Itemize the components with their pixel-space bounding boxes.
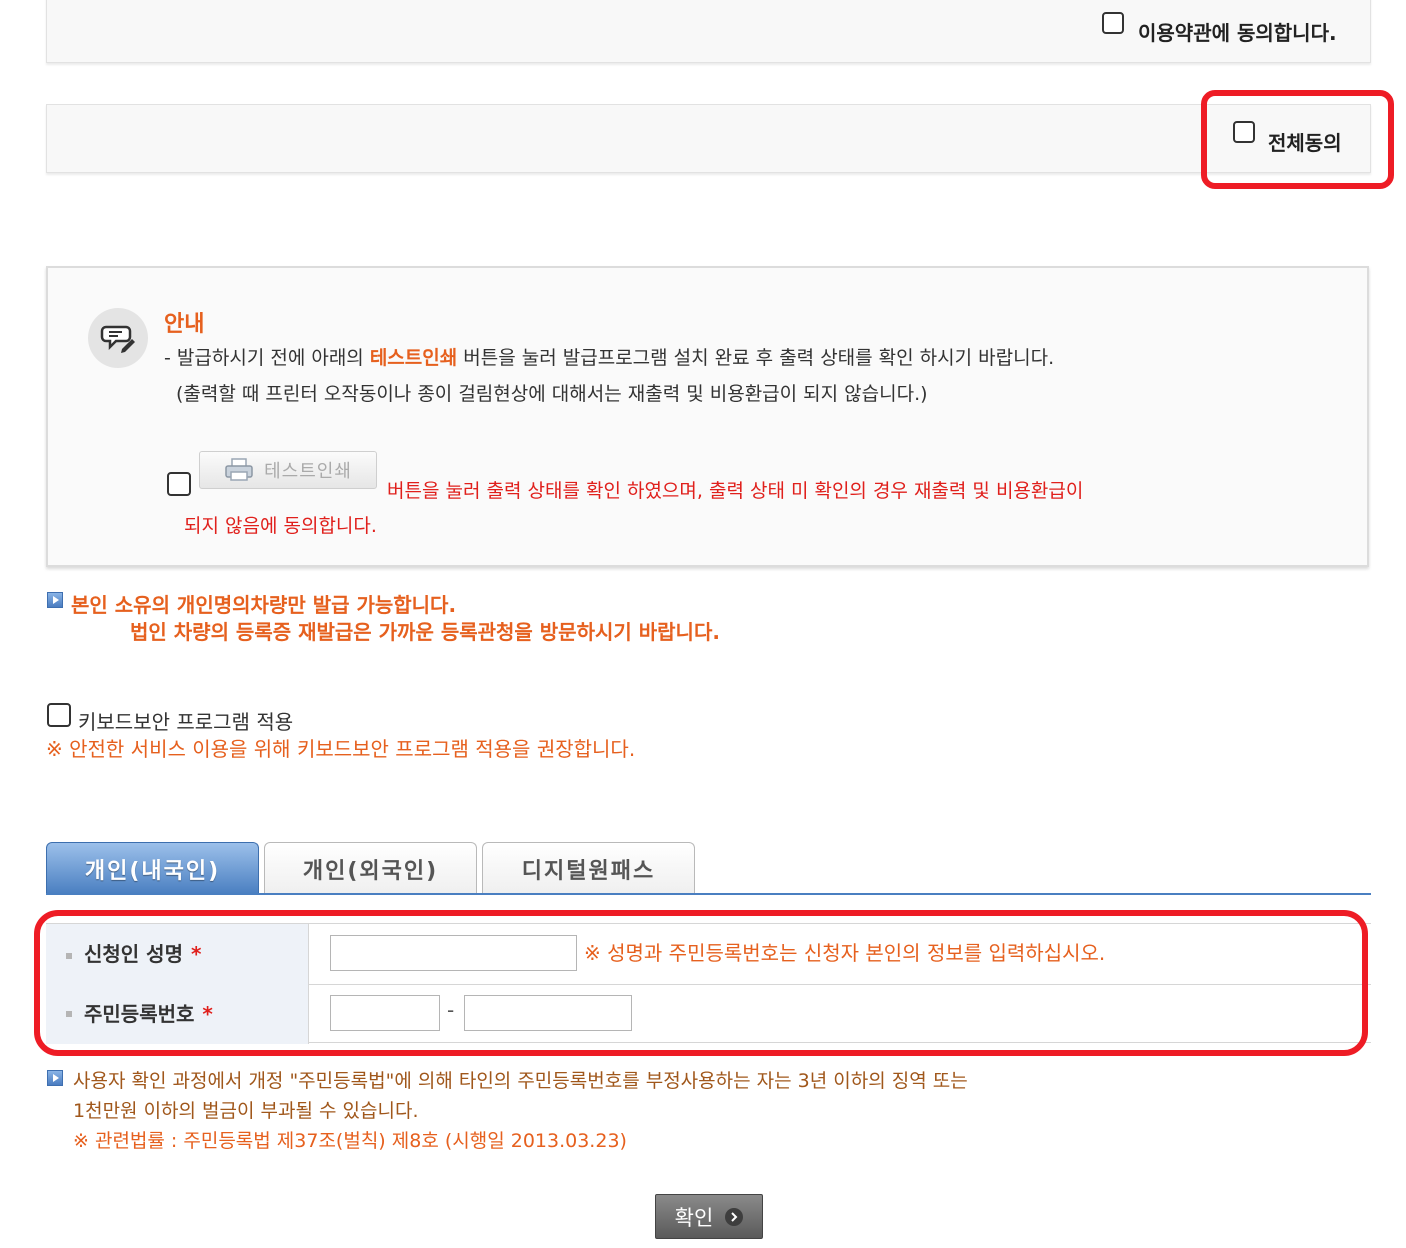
notice-line-1: - 발급하시기 전에 아래의 테스트인쇄 버튼을 눌러 발급프로그램 설치 완료… — [164, 343, 1054, 370]
test-print-agree-checkbox[interactable] — [167, 472, 191, 496]
ownership-notice-line-1: 본인 소유의 개인명의차량만 발급 가능합니다. — [71, 593, 457, 617]
legal-notice-line-2: 1천만원 이하의 벌금이 부과될 수 있습니다. — [73, 1100, 419, 1122]
bullet-arrow-icon — [47, 592, 63, 608]
keyboard-security-recommendation: ※ 안전한 서비스 이용을 위해 키보드보안 프로그램 적용을 권장합니다. — [46, 737, 636, 761]
terms-agree-label: 이용약관에 동의합니다. — [1138, 21, 1337, 45]
keyboard-security-checkbox[interactable] — [47, 703, 71, 727]
test-print-label: 테스트인쇄 — [264, 461, 352, 482]
notice-title: 안내 — [164, 312, 205, 337]
test-print-agree-text-2: 되지 않음에 동의합니다. — [184, 515, 377, 537]
all-agree-box — [46, 104, 1371, 173]
notice-line-2: (출력할 때 프린터 오작동이나 종이 걸림현상에 대해서는 재출력 및 비용환… — [176, 383, 928, 405]
tab-foreign-individual[interactable]: 개인(외국인) — [264, 842, 477, 894]
notice-line-1-prefix: - 발급하시기 전에 아래의 — [164, 347, 370, 369]
legal-notice-line-3: ※ 관련법률 : 주민등록법 제37조(벌칙) 제8호 (시행일 2013.03… — [73, 1130, 627, 1152]
notice-line-1-suffix: 버튼을 눌러 발급프로그램 설치 완료 후 출력 상태를 확인 하시기 바랍니다… — [457, 347, 1055, 369]
ownership-notice-line-2: 법인 차량의 등록증 재발급은 가까운 등록관청을 방문하시기 바랍니다. — [130, 620, 720, 644]
memo-icon — [88, 308, 148, 368]
terms-agree-checkbox[interactable] — [1102, 12, 1124, 34]
chevron-right-icon — [725, 1207, 744, 1226]
bullet-arrow-icon — [47, 1070, 63, 1086]
tab-digital-onepass[interactable]: 디지털원패스 — [482, 842, 695, 894]
test-print-button[interactable]: 테스트인쇄 — [199, 451, 377, 489]
tab-korean-individual[interactable]: 개인(내국인) — [46, 842, 259, 894]
test-print-agree-text-1: 버튼을 눌러 출력 상태를 확인 하였으며, 출력 상태 미 확인의 경우 재출… — [387, 480, 1084, 502]
keyboard-security-label: 키보드보안 프로그램 적용 — [78, 710, 294, 734]
confirm-button-label: 확인 — [674, 1205, 714, 1230]
tab-bar-line — [46, 893, 1371, 895]
printer-icon — [225, 458, 253, 481]
confirm-button[interactable]: 확인 — [655, 1194, 763, 1239]
identity-form-highlight — [34, 910, 1368, 1056]
legal-notice-line-1: 사용자 확인 과정에서 개정 "주민등록법"에 의해 타인의 주민등록번호를 부… — [73, 1070, 968, 1092]
all-agree-highlight — [1201, 90, 1394, 189]
notice-line-1-highlight: 테스트인쇄 — [369, 347, 458, 369]
